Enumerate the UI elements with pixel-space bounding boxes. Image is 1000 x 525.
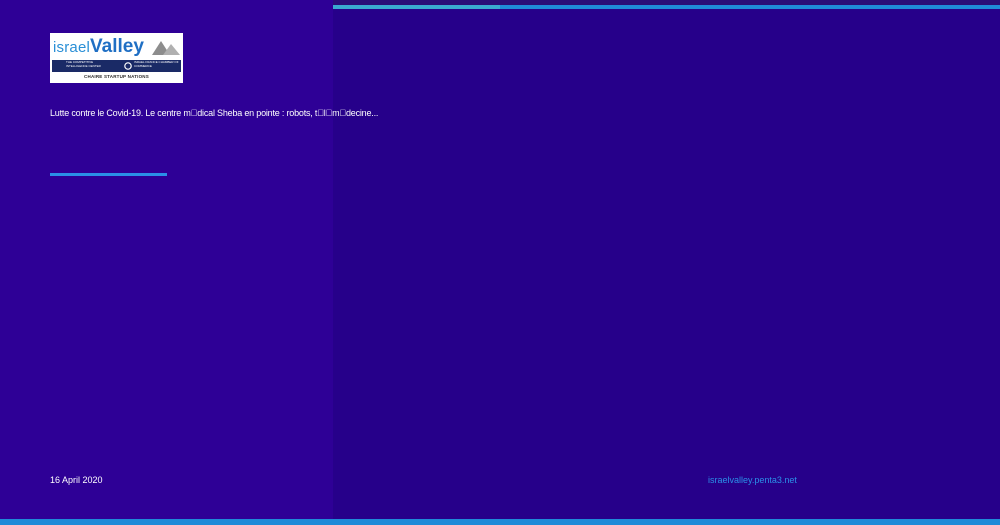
logo-strip-right-text: ISRAEL FRANCE CHAMBER OF COMMERCE bbox=[134, 60, 179, 68]
logo-word-valley: Valley bbox=[90, 36, 144, 57]
accent-line bbox=[50, 173, 167, 176]
logo-word-israel: israel bbox=[53, 39, 91, 56]
chamber-icon bbox=[124, 62, 132, 70]
article-headline[interactable]: Lutte contre le Covid-19. Le centre m di… bbox=[50, 108, 378, 118]
bottom-accent-bar bbox=[0, 519, 1000, 525]
logo-strip-left-text: THE COMPETITIVE INTELLIGENCE CENTER bbox=[66, 60, 101, 68]
logo-wordmark: israelValley bbox=[53, 36, 144, 58]
logo-caption: CHAIRE STARTUP NATIONS bbox=[84, 74, 149, 79]
article-date: 16 April 2020 bbox=[50, 475, 103, 485]
israelvalley-logo[interactable]: israelValley THE COMPETITIVE INTELLIGENC… bbox=[50, 33, 183, 83]
site-link[interactable]: israelvalley.penta3.net bbox=[708, 475, 797, 485]
logo-partner-strip: THE COMPETITIVE INTELLIGENCE CENTER ISRA… bbox=[52, 60, 181, 72]
mountain-icon bbox=[152, 41, 180, 55]
